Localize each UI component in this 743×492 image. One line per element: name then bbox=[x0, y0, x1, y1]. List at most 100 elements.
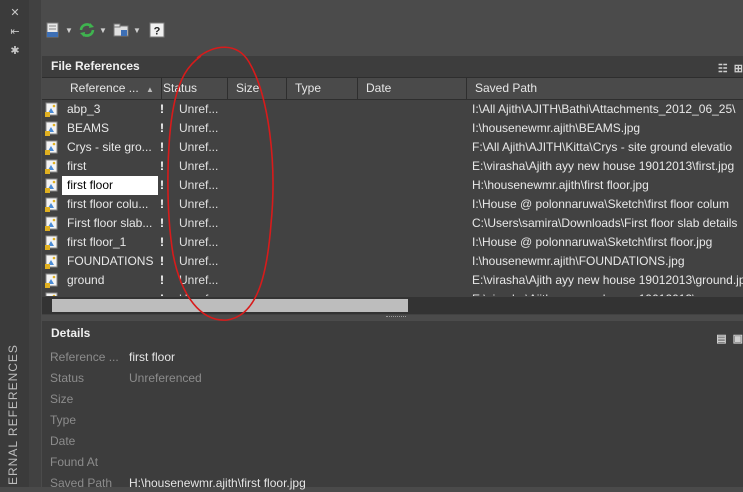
column-header-reference[interactable]: Reference ... ▲ bbox=[62, 78, 162, 99]
detail-value: H:\housenewmr.ajith\first floor.jpg bbox=[129, 476, 306, 490]
image-file-icon bbox=[45, 121, 59, 136]
image-file-icon bbox=[45, 159, 59, 174]
status-value: Unref... bbox=[179, 197, 219, 211]
saved-path-value: F:\All Ajith\AJITH\Kitta\Crys - site gro… bbox=[472, 140, 733, 154]
saved-path-value: I:\House @ polonnaruwa\Sketch\first floo… bbox=[472, 197, 729, 211]
saved-path-value: E:\virasha\Ajith ayy new house 19012013\… bbox=[472, 273, 743, 287]
status-value: Unref... bbox=[179, 216, 219, 230]
details-view-icon[interactable]: ▤ bbox=[716, 327, 726, 351]
table-row[interactable]: ground! Unref... E:\virasha\Ajith ayy new … bbox=[42, 271, 743, 290]
external-references-palette: ▼ ▼ ▼ ? File References ☷ ⊞ Reference ..… bbox=[29, 0, 743, 490]
image-file-icon bbox=[45, 292, 59, 296]
details-title: Details ▤ ▣ bbox=[42, 321, 743, 345]
table-row[interactable]: First floor slab...! Unref... C:\Users\sam… bbox=[42, 214, 743, 233]
image-file-icon bbox=[45, 140, 59, 155]
help-icon: ? bbox=[147, 20, 167, 40]
saved-path-value: C:\Users\samira\Downloads\First floor sl… bbox=[472, 216, 738, 230]
reference-name: FOUNDATIONS bbox=[67, 254, 154, 268]
table-row[interactable]: ! Unref... E:\virasha\Ajith ayy new house … bbox=[42, 290, 743, 296]
attach-button[interactable]: ▼ bbox=[43, 18, 73, 42]
change-path-icon bbox=[111, 20, 131, 40]
saved-path-value: I:\housenewmr.ajith\BEAMS.jpg bbox=[472, 121, 641, 135]
column-header-status[interactable]: Status bbox=[155, 78, 228, 99]
reference-name: First floor slab... bbox=[67, 216, 153, 230]
svg-text:?: ? bbox=[154, 26, 161, 38]
warning-icon: ! bbox=[160, 159, 164, 173]
column-header-type[interactable]: Type bbox=[287, 78, 358, 99]
reference-name: first floor_1 bbox=[67, 235, 127, 249]
column-header-saved-path[interactable]: Saved Path bbox=[467, 78, 743, 99]
reference-name: Crys - site gro... bbox=[67, 140, 152, 154]
reference-name: first bbox=[67, 159, 87, 173]
reference-name: BEAMS bbox=[67, 121, 110, 135]
status-value: Unref... bbox=[179, 102, 219, 116]
reference-name: ground bbox=[67, 273, 105, 287]
palette-title-vertical: ERNAL REFERENCES bbox=[6, 344, 20, 485]
detail-label: Type bbox=[50, 413, 77, 427]
reference-name: first floor bbox=[62, 176, 158, 195]
table-row[interactable]: first floor_1! Unref... I:\House @ polonna… bbox=[42, 233, 743, 252]
detail-value: Unreferenced bbox=[129, 371, 202, 385]
column-header-date[interactable]: Date bbox=[358, 78, 467, 99]
image-file-icon bbox=[45, 216, 59, 231]
reference-name: first floor colu... bbox=[67, 197, 149, 211]
table-row[interactable]: first floor! Unref... H:\housenewmr.ajith\… bbox=[42, 176, 743, 195]
reference-name bbox=[62, 290, 158, 296]
detail-label: Found At bbox=[50, 455, 99, 469]
detail-label: Saved Path bbox=[50, 476, 113, 490]
saved-path-value: I:\House @ polonnaruwa\Sketch\first floo… bbox=[472, 235, 713, 249]
warning-icon: ! bbox=[160, 102, 164, 116]
saved-path-value: E:\virasha\Ajith ayy new house 19012013\… bbox=[472, 159, 735, 173]
chevron-down-icon[interactable]: ▼ bbox=[133, 26, 141, 35]
file-references-grid: Reference ... ▲ Status Size Type Date Sa… bbox=[42, 77, 743, 315]
palette-left-bar bbox=[29, 0, 41, 487]
table-row[interactable]: first! Unref... E:\virasha\Ajith ayy new h… bbox=[42, 157, 743, 176]
status-value: Unref... bbox=[179, 121, 219, 135]
table-row[interactable]: BEAMS! Unref... I:\housenewmr.ajith\BEAMS.… bbox=[42, 119, 743, 138]
file-references-section: File References ☷ ⊞ bbox=[42, 56, 743, 77]
refresh-button[interactable]: ▼ bbox=[77, 18, 107, 42]
warning-icon: ! bbox=[160, 254, 164, 268]
auto-hide-icon[interactable]: ⇤ bbox=[8, 25, 22, 39]
warning-icon: ! bbox=[160, 197, 164, 211]
detail-label: Reference ... bbox=[50, 350, 119, 364]
image-file-icon bbox=[45, 254, 59, 269]
chevron-down-icon[interactable]: ▼ bbox=[99, 26, 107, 35]
scrollbar-thumb[interactable] bbox=[52, 299, 408, 312]
column-header-size[interactable]: Size bbox=[228, 78, 287, 99]
change-path-button[interactable]: ▼ bbox=[111, 18, 141, 42]
warning-icon: ! bbox=[160, 290, 170, 296]
saved-path-value: H:\housenewmr.ajith\first floor.jpg bbox=[472, 178, 649, 192]
section-title: File References bbox=[51, 59, 140, 73]
palette-side-strip: ✕ ⇤ ✱ ERNAL REFERENCES bbox=[0, 0, 30, 487]
image-file-icon bbox=[45, 273, 59, 288]
properties-icon[interactable]: ✱ bbox=[8, 44, 22, 58]
horizontal-scrollbar[interactable] bbox=[42, 297, 743, 314]
status-value: Unref... bbox=[179, 178, 219, 192]
status-value: Unref... bbox=[179, 235, 219, 249]
tree-view-icon[interactable]: ⊞ bbox=[734, 59, 743, 79]
chevron-down-icon[interactable]: ▼ bbox=[65, 26, 73, 35]
splitter-grip[interactable] bbox=[386, 316, 406, 320]
table-row[interactable]: FOUNDATIONS! Unref... I:\housenewmr.ajith\… bbox=[42, 252, 743, 271]
status-value: Unref... bbox=[179, 159, 219, 173]
saved-path-value: I:\All Ajith\AJITH\Bathi\Attachments_201… bbox=[472, 102, 736, 116]
image-file-icon bbox=[45, 235, 59, 250]
table-row[interactable]: abp_3! Unref... I:\All Ajith\AJITH\Bathi\A… bbox=[42, 100, 743, 119]
table-row[interactable]: first floor colu...! Unref... I:\House @ p… bbox=[42, 195, 743, 214]
reference-name: abp_3 bbox=[67, 102, 101, 116]
warning-icon: ! bbox=[160, 178, 164, 192]
detail-value: first floor bbox=[129, 350, 176, 364]
detail-label: Size bbox=[50, 392, 74, 406]
warning-icon: ! bbox=[160, 216, 164, 230]
file-references-title: File References ☷ ⊞ bbox=[42, 56, 743, 76]
table-row[interactable]: Crys - site gro...! Unref... F:\All Ajith\… bbox=[42, 138, 743, 157]
close-icon[interactable]: ✕ bbox=[8, 6, 22, 20]
saved-path-value: I:\housenewmr.ajith\FOUNDATIONS.jpg bbox=[472, 254, 685, 268]
preview-icon[interactable]: ▣ bbox=[733, 327, 743, 351]
grid-rows: abp_3! Unref... I:\All Ajith\AJITH\Bathi\A… bbox=[42, 100, 743, 296]
section-title: Details bbox=[51, 326, 91, 340]
detail-label: Date bbox=[50, 434, 76, 448]
list-view-icon[interactable]: ☷ bbox=[718, 59, 728, 79]
help-button[interactable]: ? bbox=[147, 18, 167, 42]
